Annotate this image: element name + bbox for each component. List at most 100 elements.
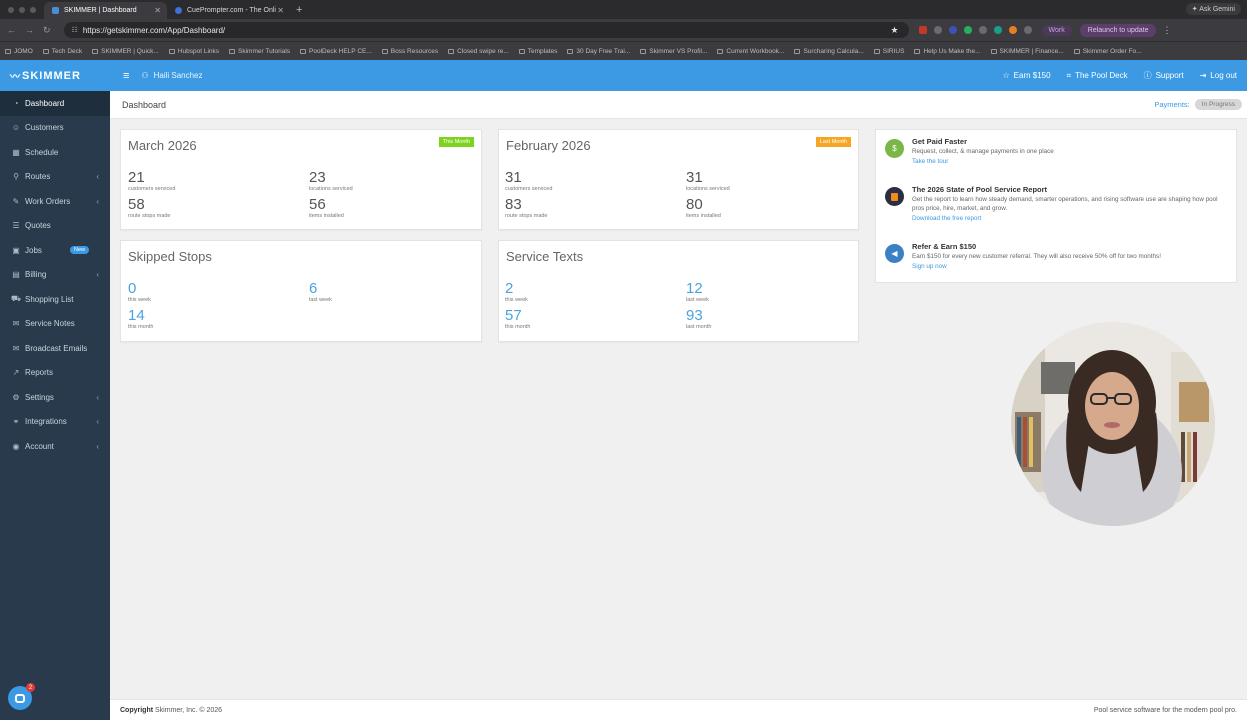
bookmark-item[interactable]: 30 Day Free Trai... — [562, 48, 635, 55]
bookmark-label: Boss Resources — [390, 47, 439, 55]
bookmark-item[interactable]: SKIMMER | Quick... — [87, 48, 164, 55]
sidebar-item-quotes[interactable]: ☰ Quotes — [0, 214, 110, 239]
bookmark-item[interactable]: SKIMMER | Finance... — [986, 48, 1069, 55]
extension-icon[interactable] — [948, 26, 957, 34]
relaunch-button[interactable]: Relaunch to update — [1079, 23, 1157, 37]
logout-label: Log out — [1210, 71, 1237, 80]
extension-icon[interactable] — [993, 26, 1002, 34]
address-bar[interactable]: ☷ https://getskimmer.com/App/Dashboard/ … — [63, 22, 909, 38]
download-report-link[interactable]: Download the free report — [912, 215, 1230, 222]
stat-this-week[interactable]: 2 this week — [505, 281, 528, 304]
reports-icon: ↗ — [12, 368, 20, 378]
bookmark-item[interactable]: Tech Deck — [38, 48, 87, 55]
extension-icon[interactable] — [963, 26, 972, 34]
bookmark-item[interactable]: Skimmer Order Fo... — [1069, 48, 1147, 55]
new-tab-button[interactable]: + — [290, 4, 308, 16]
stat-this-week[interactable]: 0 this week — [128, 280, 151, 304]
stat-value: 58 — [128, 196, 145, 213]
stat-label: route stops made — [128, 213, 171, 219]
bookmark-item[interactable]: Hubspot Links — [164, 48, 224, 55]
extension-icon[interactable] — [918, 26, 927, 34]
browser-tab-skimmer[interactable]: SKIMMER | Dashboard ✕ — [44, 2, 167, 19]
sidebar-item-dashboard[interactable]: ◔ Dashboard — [0, 91, 110, 116]
ask-gemini-button[interactable]: ✦ Ask Gemini — [1185, 3, 1241, 15]
earn-link[interactable]: ☆ Earn $150 — [1002, 70, 1050, 81]
kebab-menu-icon[interactable]: ⋮ — [1162, 25, 1171, 36]
stat-this-month[interactable]: 14 this month — [128, 308, 153, 331]
extensions-area — [918, 26, 1032, 34]
pool-deck-link[interactable]: ⌗ The Pool Deck — [1067, 70, 1128, 81]
sidebar-item-customers[interactable]: ☺ Customers — [0, 116, 110, 141]
sidebar-item-broadcast-emails[interactable]: ✉ Broadcast Emails — [0, 336, 110, 361]
take-tour-link[interactable]: Take the tour — [912, 158, 1230, 165]
stat-value: 0 — [128, 280, 137, 297]
payments-status[interactable]: Payments: In Progress — [1154, 99, 1242, 110]
reload-icon[interactable]: ↻ — [43, 25, 51, 36]
close-tab-icon[interactable]: ✕ — [154, 6, 161, 15]
profile-button[interactable]: Work — [1041, 24, 1072, 36]
bookmark-item[interactable]: JOMO — [0, 48, 38, 55]
bookmark-item[interactable]: Skimmer VS Profil... — [635, 48, 712, 55]
stat-label: locations serviced — [309, 186, 353, 192]
bookmark-item[interactable]: Skimmer Tutorials — [224, 48, 295, 55]
bookmark-item[interactable]: SIRIUS — [869, 48, 910, 55]
bookmark-item[interactable]: Closed swipe re... — [443, 48, 514, 55]
promo-description: Request, collect, & manage payments in o… — [912, 148, 1054, 155]
sidebar-item-schedule[interactable]: ▦ Schedule — [0, 140, 110, 165]
logout-link[interactable]: ⇥ Log out — [1200, 70, 1237, 81]
extension-icon[interactable] — [1008, 26, 1017, 34]
sign-up-link[interactable]: Sign up now — [912, 263, 1230, 270]
stat-last-month[interactable]: 93 last month — [686, 308, 711, 331]
card-title: March 2026 — [128, 138, 197, 153]
account-icon: ◉ — [12, 441, 20, 451]
brand-logo[interactable]: 〰 SKIMMER — [0, 60, 110, 91]
bookmark-item[interactable]: Boss Resources — [377, 48, 443, 55]
sidebar-item-settings[interactable]: ⚙ Settings ‹ — [0, 385, 110, 410]
bookmark-item[interactable]: Templates — [514, 48, 563, 55]
integrations-icon: ⚭ — [12, 417, 20, 427]
user-menu[interactable]: ⚇ Haili Sanchez — [141, 71, 202, 80]
bookmark-star-icon[interactable]: ★ — [890, 25, 898, 36]
window-controls[interactable] — [0, 6, 44, 13]
bookmark-item[interactable]: PoolDeck HELP CE... — [295, 48, 377, 55]
bookmark-item[interactable]: Current Workbook... — [712, 48, 789, 55]
sidebar-item-service-notes[interactable]: ✉ Service Notes — [0, 312, 110, 337]
extension-icon[interactable] — [978, 26, 987, 34]
sidebar-item-reports[interactable]: ↗ Reports — [0, 361, 110, 386]
sidebar: 〰 SKIMMER ◔ Dashboard ☺ Customers ▦ Schedule ⚲… — [0, 60, 110, 720]
stat-label: customers serviced — [505, 186, 553, 192]
stat-last-week[interactable]: 12 last week — [686, 281, 709, 304]
bookmark-item[interactable]: Help Us Make the... — [909, 48, 985, 55]
stat-label: locations serviced — [686, 186, 730, 192]
webcam-overlay — [1011, 322, 1215, 526]
dashboard-icon: ◔ — [13, 98, 19, 108]
close-tab-icon[interactable]: ✕ — [277, 6, 284, 15]
bookmark-item[interactable]: Surcharing Calcula... — [789, 48, 868, 55]
chat-widget-button[interactable]: 2 — [8, 683, 35, 710]
stat-this-month[interactable]: 57 this month — [505, 308, 530, 331]
stat-label: last week — [309, 297, 332, 303]
sidebar-item-routes[interactable]: ⚲ Routes ‹ — [0, 165, 110, 190]
sidebar-item-account[interactable]: ◉ Account ‹ — [0, 434, 110, 459]
tab-label: SKIMMER | Dashboard — [64, 7, 137, 14]
site-info-icon[interactable]: ☷ — [72, 26, 78, 34]
back-icon[interactable]: ← — [7, 25, 16, 36]
extensions-menu-icon[interactable] — [1023, 26, 1032, 34]
bookmark-label: Templates — [527, 47, 558, 55]
forward-icon[interactable]: → — [25, 25, 34, 36]
support-label: Support — [1155, 71, 1184, 80]
sidebar-item-jobs[interactable]: ▣ Jobs New — [0, 238, 110, 263]
card-title: Service Texts — [506, 249, 584, 264]
sidebar-item-label: Integrations — [25, 417, 67, 427]
sidebar-item-billing[interactable]: ▤ Billing ‹ — [0, 263, 110, 288]
support-link[interactable]: ⓘ Support — [1144, 70, 1184, 81]
stat-last-week[interactable]: 6 last week — [309, 281, 332, 304]
sidebar-item-shopping-list[interactable]: ⛟ Shopping List — [0, 287, 110, 312]
help-icon: ⓘ — [1143, 71, 1152, 80]
stat-label: this week — [505, 297, 528, 303]
browser-tab-cueprompter[interactable]: CuePrompter.com - The Onli ✕ — [167, 2, 290, 19]
extension-icon[interactable] — [933, 26, 942, 34]
sidebar-item-work-orders[interactable]: ✎ Work Orders ‹ — [0, 189, 110, 214]
hamburger-menu-icon[interactable]: ≡ — [123, 70, 129, 82]
sidebar-item-integrations[interactable]: ⚭ Integrations ‹ — [0, 410, 110, 435]
